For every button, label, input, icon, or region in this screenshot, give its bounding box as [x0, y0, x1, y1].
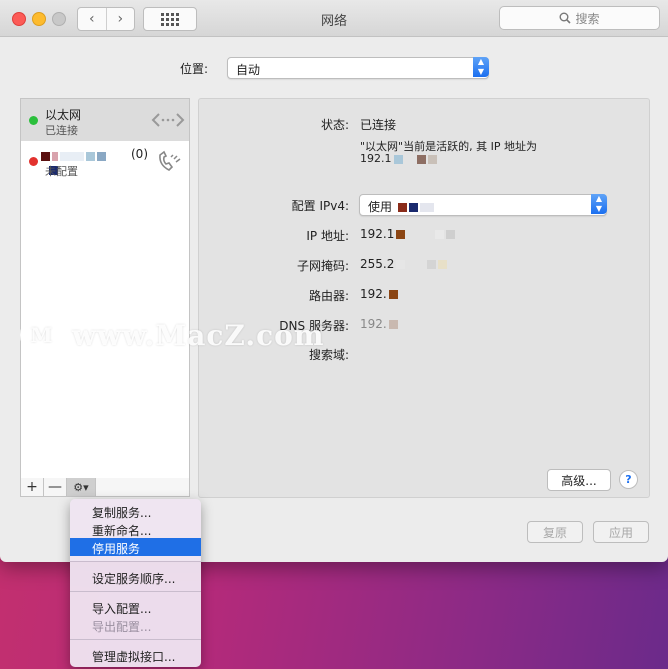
- service-status: 未配置: [45, 165, 78, 178]
- gear-menu-button[interactable]: ⚙▾: [67, 478, 96, 496]
- subnet-mask-label: 子网掩码:: [296, 259, 349, 273]
- service-list-toolbar: + — ⚙▾: [20, 478, 190, 497]
- router-value: 192.: [360, 287, 398, 301]
- service-status: 已连接: [45, 124, 78, 137]
- ipv4-value: 使用: [368, 198, 435, 215]
- advanced-button[interactable]: 高级...: [547, 469, 611, 491]
- search-field[interactable]: 搜索: [499, 6, 660, 30]
- menu-separator: [70, 639, 201, 640]
- popup-arrows-icon: ▲ ▼: [591, 194, 607, 214]
- menu-item-export-config: 导出配置...: [92, 620, 152, 634]
- router-label: 路由器:: [308, 289, 349, 303]
- status-value: 已连接: [360, 118, 397, 132]
- subnet-mask-value: 255.2: [360, 257, 448, 271]
- ipv4-config-popup[interactable]: 使用 ▲ ▼: [359, 194, 607, 216]
- menu-item-duplicate-service[interactable]: 复制服务...: [70, 502, 201, 520]
- ethernet-icon: [151, 113, 185, 127]
- apply-button[interactable]: 应用: [593, 521, 649, 543]
- menu-separator: [70, 591, 201, 592]
- menu-separator: [70, 561, 201, 562]
- gear-context-menu: 复制服务... 重新命名... 停用服务 设定服务顺序... 导入配置... 导…: [70, 499, 201, 667]
- service-item-ethernet[interactable]: 以太网 已连接: [21, 99, 189, 141]
- help-button[interactable]: ?: [619, 470, 638, 489]
- status-dot-connected: [29, 116, 38, 125]
- search-icon: [559, 12, 572, 24]
- status-label: 状态:: [320, 118, 349, 132]
- ip-address-value: 192.1: [360, 227, 456, 241]
- service-detail-panel: 状态: 已连接 "以太网"当前是活跃的, 其 IP 地址为 192.1 配置 I…: [198, 98, 650, 498]
- ipv4-label: 配置 IPv4:: [291, 199, 349, 213]
- add-service-button[interactable]: +: [21, 478, 44, 496]
- redacted-name: [41, 149, 121, 175]
- watermark-text: www.MacZ.com: [72, 318, 325, 352]
- titlebar: ‹ › 网络 搜索: [0, 0, 668, 37]
- network-preferences-window: ‹ › 网络 搜索 位置: 自动 ▲ ▼ 以太网 已连接 (0) 未配置 + —…: [0, 0, 668, 562]
- gear-icon: ⚙▾: [73, 480, 89, 494]
- search-placeholder: 搜索: [575, 11, 600, 26]
- revert-button[interactable]: 复原: [527, 521, 583, 543]
- watermark: M www.MacZ.com: [20, 313, 324, 357]
- service-name: (0): [131, 147, 148, 161]
- dns-value: 192.: [360, 317, 398, 331]
- status-dot-disconnected: [29, 157, 38, 166]
- location-value: 自动: [236, 63, 261, 77]
- menu-item-rename-service[interactable]: 重新命名...: [70, 520, 201, 538]
- service-name: 以太网: [45, 108, 82, 122]
- service-list: 以太网 已连接 (0) 未配置: [20, 98, 190, 480]
- remove-service-button[interactable]: —: [44, 478, 67, 496]
- phone-icon: [159, 150, 181, 171]
- menu-item-set-service-order[interactable]: 设定服务顺序...: [70, 568, 201, 586]
- ip-address-label: IP 地址:: [306, 229, 349, 243]
- popup-arrows-icon: ▲ ▼: [473, 57, 489, 77]
- watermark-logo-icon: M: [20, 313, 64, 357]
- menu-item-disable-service[interactable]: 停用服务: [70, 538, 201, 556]
- service-item-modem[interactable]: (0) 未配置: [21, 141, 189, 183]
- location-popup[interactable]: 自动 ▲ ▼: [227, 57, 489, 79]
- location-label: 位置:: [180, 62, 209, 76]
- status-ip: 192.1: [360, 152, 437, 165]
- menu-item-manage-virtual-interfaces[interactable]: 管理虚拟接口...: [70, 646, 201, 664]
- menu-item-import-config[interactable]: 导入配置...: [70, 598, 201, 616]
- status-ip-text: 192.1: [360, 152, 392, 165]
